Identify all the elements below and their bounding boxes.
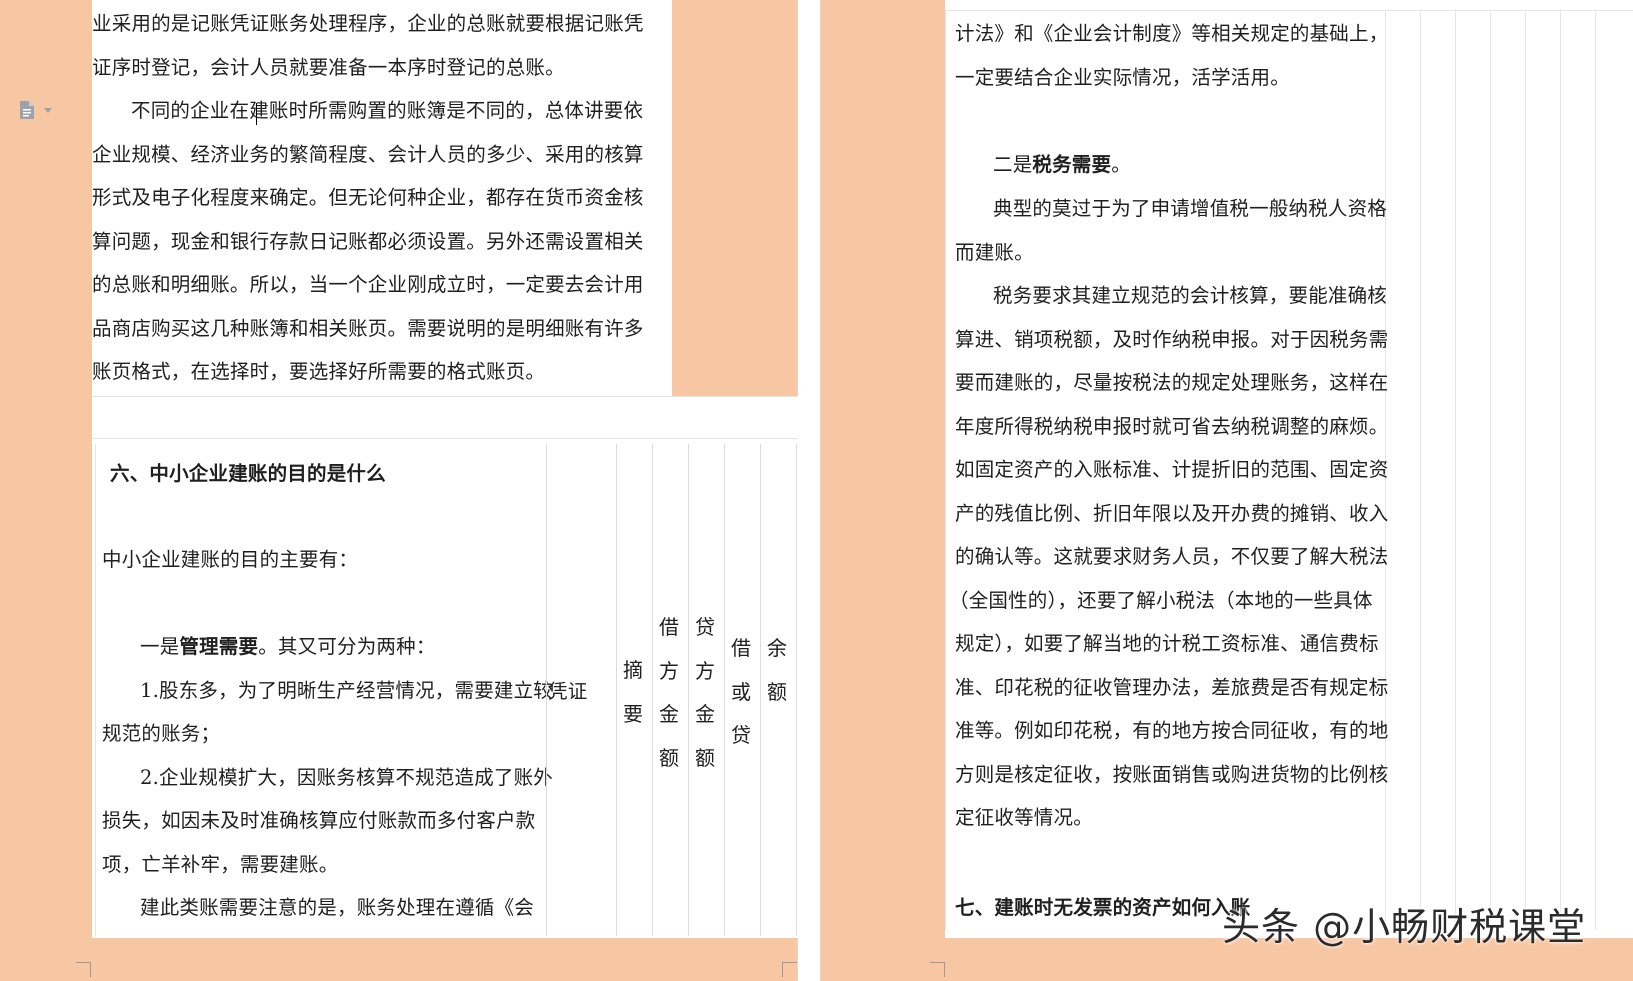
paragraph-line: 产的残值比例、折旧年限以及开办费的摊销、收入 xyxy=(955,501,1389,525)
page-corner-mark xyxy=(76,962,91,977)
point-line: 二是税务需要。 xyxy=(993,153,1131,176)
paragraph-line: 准等。例如印花税，有的地方按合同征收，有的地 xyxy=(955,719,1389,742)
paragraph-line: 如固定资产的入账标准、计提折旧的范围、固定资 xyxy=(955,458,1389,481)
list-item: 项，亡羊补牢，需要建账。 xyxy=(102,852,339,876)
grid-line xyxy=(945,10,946,930)
ledger-column-dr-cr: 借或贷 xyxy=(731,636,751,747)
ledger-column-summary: 摘要 xyxy=(623,658,643,726)
paragraph-line: 税务要求其建立规范的会计核算，要能准确核 xyxy=(993,284,1388,307)
table-column-border xyxy=(796,444,797,936)
point-line: 一是管理需要。其又可分为两种： xyxy=(140,635,436,658)
chevron-down-icon[interactable] xyxy=(44,108,52,114)
list-item: 规范的账务； xyxy=(102,722,221,745)
table-column-border xyxy=(546,444,547,936)
paragraph-line: 品商店购买这几种账簿和相关账页。需要说明的是明细账有许多 xyxy=(92,316,644,340)
table-column-border xyxy=(724,444,725,936)
paragraph-line: 计法》和《企业会计制度》等相关规定的基础上， xyxy=(955,22,1389,45)
section-heading: 七、建账时无发票的资产如何入账 xyxy=(955,896,1251,919)
list-item: 1.股东多，为了明晰生产经营情况，需要建立较 xyxy=(140,678,554,702)
page-corner-mark xyxy=(782,962,797,977)
page-corner-mark xyxy=(930,962,945,977)
paragraph-line: 不同的企业在建账时所需购置的账簿是不同的，总体讲要依 xyxy=(131,99,644,122)
paragraph-line: 业采用的是记账凭证账务处理程序，企业的总账就要根据记账凭 xyxy=(92,12,644,35)
paragraph-line: 方则是核定征收，按账面销售或购进货物的比例核 xyxy=(955,762,1389,786)
table-column-border xyxy=(760,444,761,936)
paragraph-line: 企业规模、经济业务的繁简程度、会计人员的多少、采用的核算 xyxy=(92,142,644,166)
paragraph-line: 准、印花税的征收管理办法，差旅费是否有规定标 xyxy=(955,675,1389,699)
paragraph-line: 算问题，现金和银行存款日记账都必须设置。另外还需设置相关 xyxy=(92,229,644,253)
paragraph-line: 的总账和明细账。所以，当一个企业刚成立时，一定要去会计用 xyxy=(92,273,644,296)
paragraph-line: 而建账。 xyxy=(955,240,1034,264)
paragraph-line: 要而建账的，尽量按税法的规定处理账务，这样在 xyxy=(955,371,1389,394)
ledger-column-credit: 贷方金额 xyxy=(695,615,715,770)
paragraph-line: 年度所得税纳税申报时就可省去纳税调整的麻烦。 xyxy=(955,414,1389,438)
section-heading: 六、中小企业建账的目的是什么 xyxy=(110,462,386,485)
table-column-border xyxy=(616,444,617,936)
list-item: 2.企业规模扩大，因账务核算不规范造成了账外 xyxy=(140,765,554,789)
grid-line xyxy=(1455,10,1456,930)
paragraph-line: 形式及电子化程度来确定。但无论何种企业，都存在货币资金核 xyxy=(92,186,644,209)
grid-line xyxy=(1490,10,1491,930)
paragraph-line: 一定要结合企业实际情况，活学活用。 xyxy=(955,66,1290,89)
ledger-column-debit: 借方金额 xyxy=(659,615,679,770)
watermark: 头条 @小畅财税课堂 xyxy=(1222,905,1587,949)
page-break-line-2 xyxy=(92,438,798,439)
paragraph-line: 的确认等。这就要求财务人员，不仅要了解大税法 xyxy=(955,545,1389,568)
right-page: 计法》和《企业会计制度》等相关规定的基础上， 一定要结合企业实际情况，活学活用。… xyxy=(945,0,1633,938)
paragraph-line: 证序时登记，会计人员就要准备一本序时登记的总账。 xyxy=(92,55,565,79)
grid-line xyxy=(1595,10,1596,930)
grid-line xyxy=(1420,10,1421,930)
list-item: 损失，如因未及时准确核算应付账款而多付客户款 xyxy=(102,809,536,832)
ledger-column-voucher: 凭证 xyxy=(548,680,588,703)
paragraph-line: （全国性的），还要了解小税法（本地的一些具体 xyxy=(949,588,1373,612)
document-icon[interactable] xyxy=(18,100,36,120)
paragraph-line: 账页格式，在选择时，要选择好所需要的格式账页。 xyxy=(92,360,546,383)
table-column-border xyxy=(688,444,689,936)
ledger-column-balance: 余额 xyxy=(767,636,787,704)
paragraph-line: 规定），如要了解当地的计税工资标准、通信费标 xyxy=(955,632,1379,655)
page-gap xyxy=(797,0,821,981)
grid-line xyxy=(945,10,1633,11)
left-page: 业采用的是记账凭证账务处理程序，企业的总账就要根据记账凭 证序时登记，会计人员就… xyxy=(92,0,798,938)
grid-line xyxy=(1560,10,1561,930)
page-break-line xyxy=(92,396,798,397)
text-caret xyxy=(256,103,257,125)
table-column-border xyxy=(652,444,653,936)
table-border-left xyxy=(95,444,96,936)
intro-line: 中小企业建账的目的主要有： xyxy=(102,548,359,571)
paragraph-line: 定征收等情况。 xyxy=(955,806,1093,829)
paragraph-line: 算进、销项税额，及时作纳税申报。对于因税务需 xyxy=(955,327,1389,351)
paragraph-line: 典型的莫过于为了申请增值税一般纳税人资格 xyxy=(993,197,1388,220)
list-item: 建此类账需要注意的是，账务处理在遵循《会 xyxy=(140,896,535,919)
grid-line xyxy=(1525,10,1526,930)
